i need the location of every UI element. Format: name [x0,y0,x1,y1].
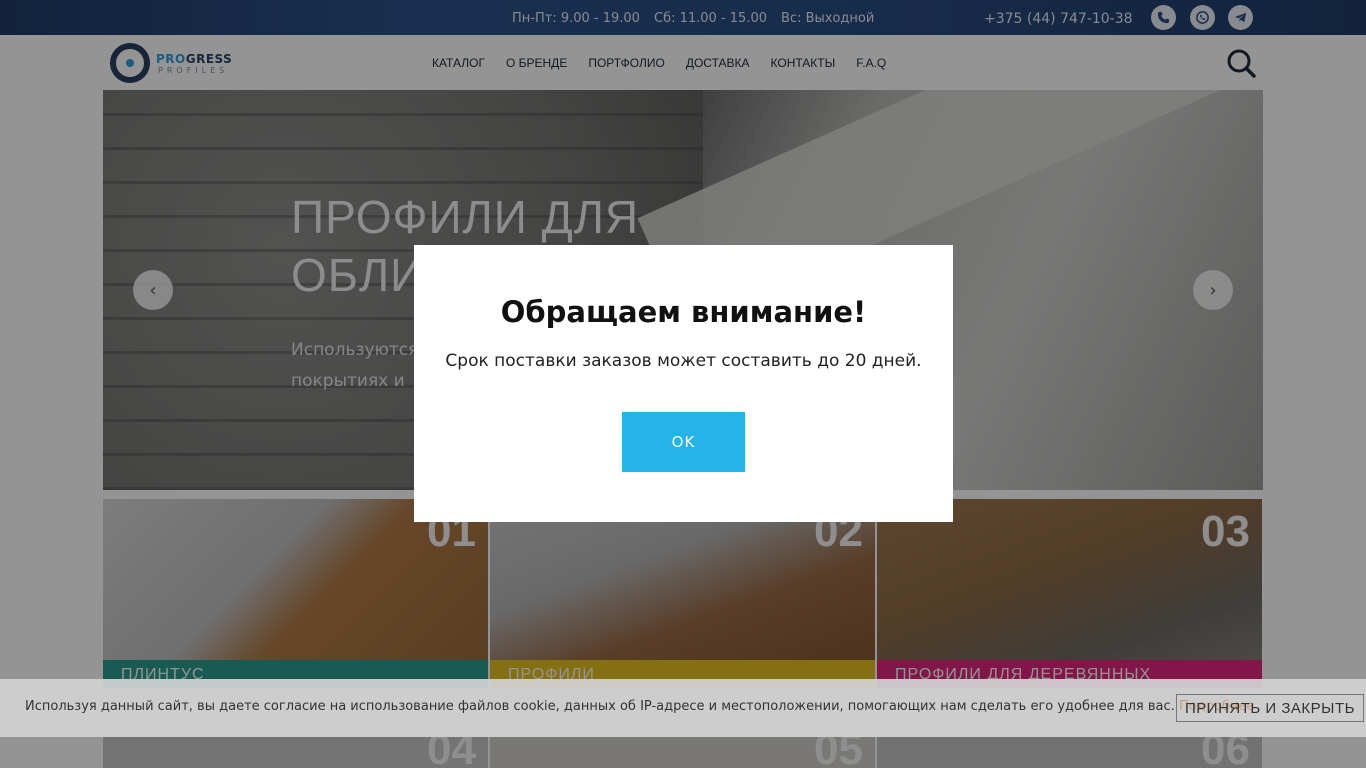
accept-cookies-button[interactable]: ПРИНЯТЬ И ЗАКРЫТЬ [1176,694,1364,722]
ok-button[interactable]: OK [622,412,745,472]
cookie-message: Используя данный сайт, вы даете согласие… [25,699,1175,714]
cookie-text: Используя данный сайт, вы даете согласие… [25,699,1254,714]
cookie-bar: Используя данный сайт, вы даете согласие… [0,679,1366,737]
modal-title: Обращаем внимание! [500,295,867,329]
modal-message: Срок поставки заказов может составить до… [445,351,922,371]
notice-modal: Обращаем внимание! Срок поставки заказов… [414,245,953,522]
